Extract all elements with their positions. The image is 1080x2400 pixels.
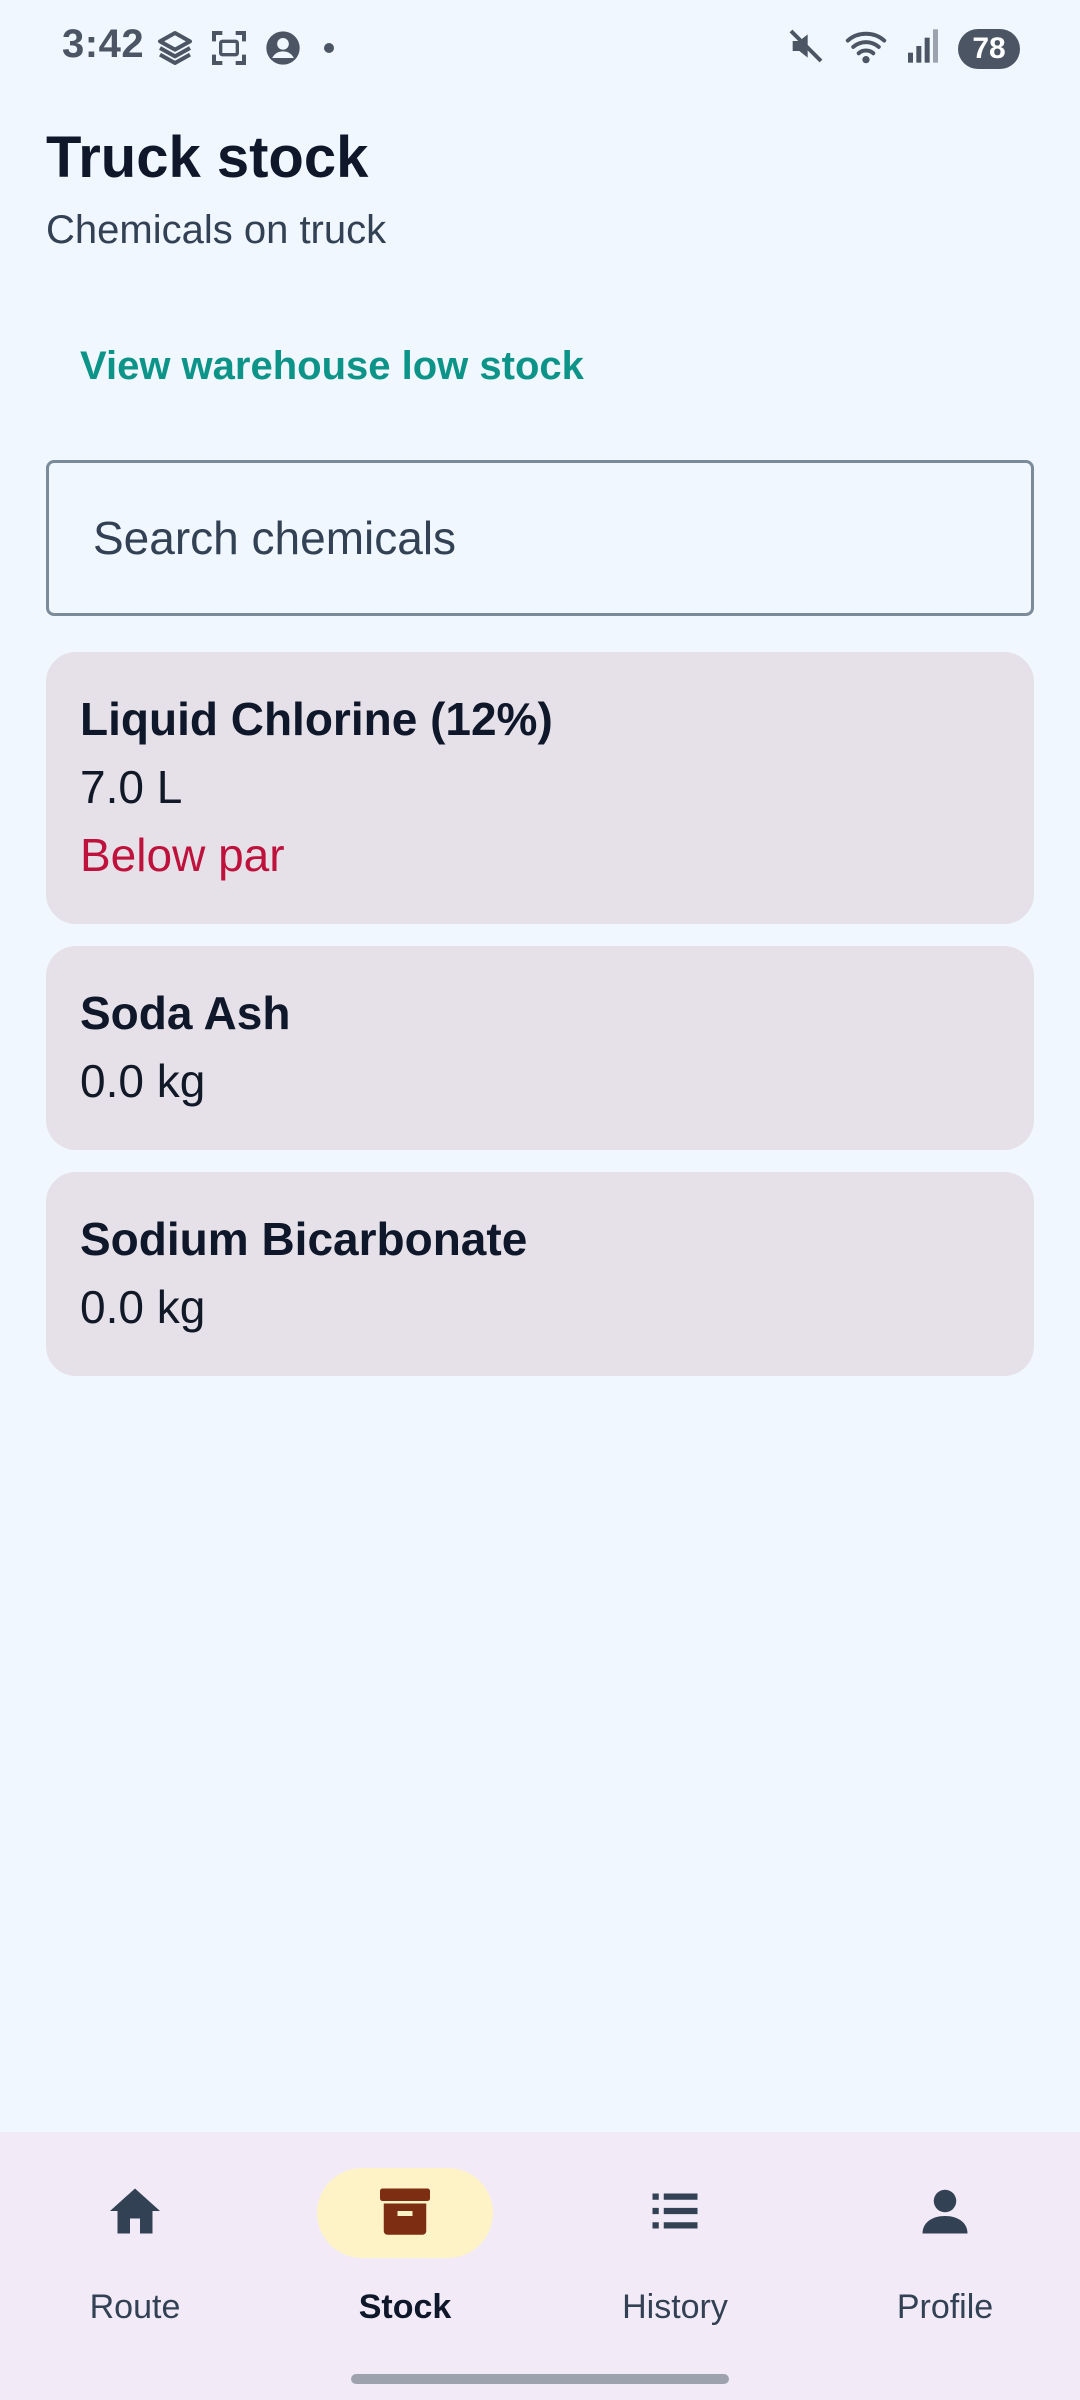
signal-icon <box>906 26 940 71</box>
wifi-icon <box>844 26 888 71</box>
home-indicator[interactable] <box>351 2374 729 2384</box>
nav-icon-container <box>587 2168 763 2258</box>
nav-label: Profile <box>896 2288 994 2326</box>
bottom-navigation: Route Stock History Profile <box>0 2132 1080 2400</box>
item-quantity: 7.0 L <box>80 761 183 813</box>
nav-item-stock[interactable]: Stock <box>270 2132 540 2332</box>
screenshot-icon <box>209 28 249 68</box>
stock-item-card[interactable]: Soda Ash 0.0 kg <box>46 946 1034 1150</box>
nav-label: History <box>622 2288 728 2326</box>
nav-item-profile[interactable]: Profile <box>810 2132 1080 2332</box>
page-title: Truck stock <box>46 125 369 190</box>
item-status-below-par: Below par <box>80 829 285 881</box>
nav-label: Route <box>89 2288 181 2326</box>
status-bar: 3:42 78 <box>0 0 1080 100</box>
item-quantity: 0.0 kg <box>80 1055 206 1107</box>
nav-item-history[interactable]: History <box>540 2132 810 2332</box>
layers-icon <box>155 28 195 68</box>
nav-label: Stock <box>358 2288 452 2326</box>
item-quantity: 0.0 kg <box>80 1281 206 1333</box>
page-subtitle: Chemicals on truck <box>46 208 387 252</box>
search-input[interactable] <box>91 510 995 566</box>
person-icon <box>915 2181 975 2246</box>
search-field[interactable] <box>46 460 1034 616</box>
battery-indicator: 78 <box>958 28 1020 69</box>
mute-icon <box>786 26 826 71</box>
stock-item-card[interactable]: Sodium Bicarbonate 0.0 kg <box>46 1172 1034 1376</box>
dot-icon <box>317 36 341 60</box>
nav-icon-container <box>47 2168 223 2258</box>
status-time: 3:42 <box>62 22 145 66</box>
home-icon <box>105 2181 165 2246</box>
status-right-icons: 78 <box>786 26 1020 71</box>
item-name: Liquid Chlorine (12%) <box>80 693 553 745</box>
stock-item-card[interactable]: Liquid Chlorine (12%) 7.0 L Below par <box>46 652 1034 924</box>
item-name: Sodium Bicarbonate <box>80 1213 528 1265</box>
list-icon <box>645 2181 705 2246</box>
status-left-icons <box>155 28 341 68</box>
nav-item-route[interactable]: Route <box>0 2132 270 2332</box>
item-name: Soda Ash <box>80 987 291 1039</box>
archive-icon <box>375 2181 435 2246</box>
nav-icon-container <box>857 2168 1033 2258</box>
nav-icon-container-active <box>317 2168 493 2258</box>
account-circle-icon <box>263 28 303 68</box>
view-warehouse-low-stock-link[interactable]: View warehouse low stock <box>80 344 584 389</box>
